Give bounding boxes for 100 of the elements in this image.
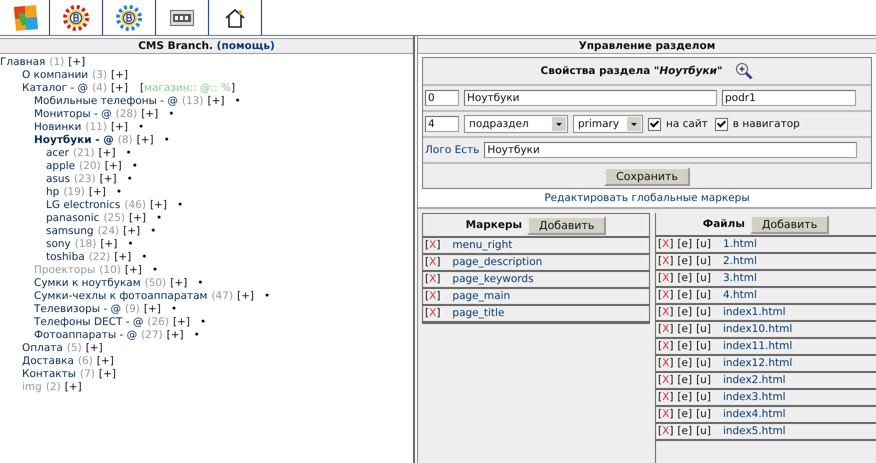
edit-link[interactable]: [e] [677,356,692,371]
tree-item[interactable]: Каталог - @ [22,82,88,95]
delete-link[interactable]: [X] [658,390,674,405]
tree-item[interactable]: Главная [0,56,46,69]
edit-link[interactable]: [e] [677,237,692,252]
upload-link[interactable]: [u] [696,271,711,286]
alias-field[interactable]: podr1 [722,90,856,106]
tree-item[interactable]: Телевизоры - @ [34,303,121,316]
order-field[interactable]: 0 [425,90,459,106]
add-link[interactable]: [+] [98,147,116,160]
tree-item[interactable]: sony [46,238,71,251]
tree-item[interactable]: Контакты [22,368,76,381]
add-link[interactable]: [+] [129,212,146,225]
add-link[interactable]: [+] [150,199,167,212]
tree-item[interactable]: asus [46,173,70,186]
marker-link[interactable]: menu_right [452,238,512,253]
tree-item[interactable]: Телефоны DECT - @ [34,316,144,329]
marker-link[interactable]: page_keywords [452,272,534,287]
edit-link[interactable]: [e] [677,254,692,269]
edit-link[interactable]: [e] [677,322,692,337]
tree-item[interactable]: LG electronics [46,199,120,212]
checkbox[interactable] [648,118,661,130]
file-link[interactable]: index1.html [722,305,786,320]
tree-item[interactable]: toshiba [46,251,85,264]
delete-link[interactable]: [X] [425,238,440,253]
upload-link[interactable]: [u] [696,390,711,405]
file-link[interactable]: index3.html [722,390,786,405]
tree-item[interactable]: hp [46,186,60,199]
add-link[interactable]: [+] [86,342,103,355]
add-link[interactable]: [+] [136,134,154,147]
delete-link[interactable]: [X] [658,424,674,439]
delete-link[interactable]: [X] [658,373,674,388]
edit-link[interactable]: [e] [677,288,692,303]
add-button[interactable]: Добавить [750,214,830,234]
delete-link[interactable]: [X] [658,407,674,422]
marker-link[interactable]: page_description [452,255,542,270]
file-link[interactable]: 4.html [722,288,757,303]
delete-link[interactable]: [X] [658,305,674,320]
name-field[interactable]: Ноутбуки [464,90,717,106]
file-link[interactable]: index5.html [722,424,786,439]
tree-item[interactable]: apple [46,160,76,173]
delete-link[interactable]: [X] [658,322,674,337]
delete-link[interactable]: [X] [658,254,674,269]
file-link[interactable]: index2.html [722,373,786,388]
tree-item[interactable]: Мобильные телефоны - @ [34,95,178,108]
delete-link[interactable]: [X] [658,237,674,252]
add-link[interactable]: [+] [237,290,254,303]
upload-link[interactable]: [u] [696,356,711,371]
type-dropdown[interactable]: подраздел [464,115,568,133]
tree-item[interactable]: Фотоаппараты - @ [34,329,138,342]
add-link[interactable]: [+] [166,329,184,342]
add-link[interactable]: [+] [123,225,140,238]
edit-link[interactable]: [e] [677,407,692,422]
upload-link[interactable]: [u] [696,407,711,422]
edit-link[interactable]: [e] [677,271,692,286]
add-link[interactable]: [+] [110,82,128,95]
tree-item[interactable]: Оплата [22,342,63,355]
marker-link[interactable]: page_title [452,306,504,321]
delete-link[interactable]: [X] [425,255,440,270]
add-link[interactable]: [+] [100,173,117,186]
add-link[interactable]: [+] [114,251,132,264]
file-link[interactable]: index10.html [722,322,792,337]
add-link[interactable]: [+] [100,238,118,251]
add-link[interactable]: [+] [68,56,86,69]
save-button[interactable]: Сохранить [604,166,690,186]
tree-item[interactable]: Ноутбуки - @ [34,134,114,147]
upload-link[interactable]: [u] [696,305,711,320]
upload-link[interactable]: [u] [696,254,711,269]
level-field[interactable]: 4 [425,116,459,132]
edit-link[interactable]: [e] [677,390,692,405]
upload-link[interactable]: [u] [696,322,711,337]
file-link[interactable]: 2.html [722,254,757,269]
add-link[interactable]: [+] [110,69,128,82]
delete-link[interactable]: [X] [425,289,440,304]
delete-link[interactable]: [X] [425,306,440,321]
file-link[interactable]: index4.html [722,407,786,422]
file-link[interactable]: index11.html [722,339,792,354]
file-link[interactable]: 1.html [722,237,757,252]
edit-link[interactable]: [e] [677,339,692,354]
upload-link[interactable]: [u] [696,288,711,303]
tree-item[interactable]: Мониторы - @ [34,108,112,121]
help-link[interactable]: (помощь) [216,40,275,52]
delete-link[interactable]: [X] [658,288,674,303]
logo-link[interactable]: Лого Есть [425,144,480,156]
edit-link[interactable]: [e] [677,424,692,439]
add-link[interactable]: [+] [98,368,116,381]
add-link[interactable]: [+] [104,160,122,173]
add-link[interactable]: [+] [96,355,114,368]
file-link[interactable]: index12.html [722,356,792,371]
add-link[interactable]: [+] [207,95,224,108]
add-link[interactable]: [+] [141,108,158,121]
add-link[interactable]: [+] [88,186,106,199]
tree-item[interactable]: О компании [22,69,88,82]
delete-link[interactable]: [X] [658,356,674,371]
upload-link[interactable]: [u] [696,237,711,252]
tree-item[interactable]: Сумки-чехлы к фотоаппаратам [34,290,208,303]
delete-link[interactable]: [X] [425,272,440,287]
edit-link[interactable]: [e] [677,305,692,320]
delete-link[interactable]: [X] [658,271,674,286]
add-link[interactable]: [+] [170,277,188,290]
